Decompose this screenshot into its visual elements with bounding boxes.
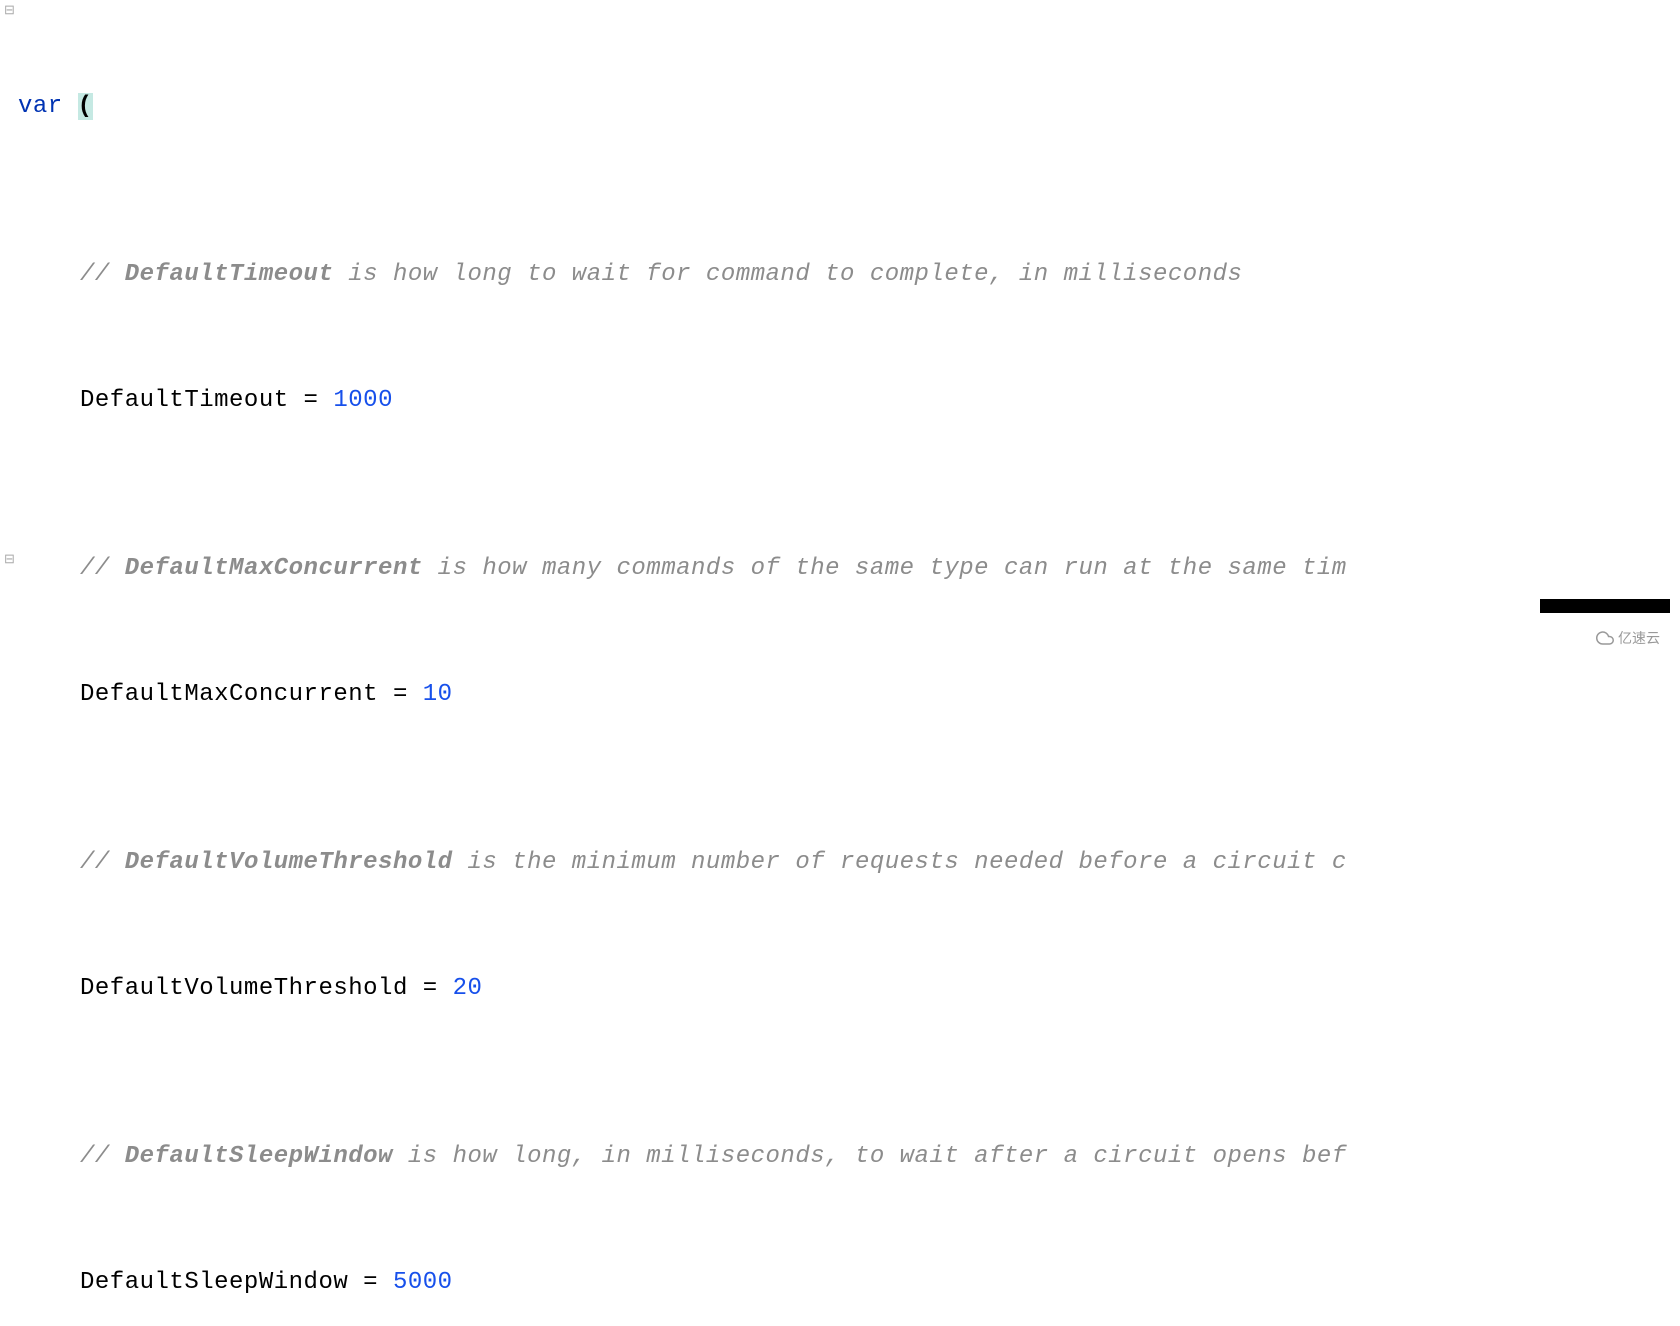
identifier: DefaultTimeout [80, 387, 289, 414]
number-literal: 5000 [393, 1269, 453, 1296]
code-line-assign: DefaultTimeout = 1000 [18, 380, 1680, 422]
number-literal: 1000 [333, 387, 393, 414]
watermark: 亿速云 [1596, 628, 1660, 648]
identifier: DefaultSleepWindow [80, 1269, 348, 1296]
keyword-var: var [18, 93, 63, 120]
code-line-assign: DefaultSleepWindow = 5000 [18, 1262, 1680, 1304]
identifier: DefaultVolumeThreshold [80, 975, 408, 1002]
code-line-comment: // DefaultSleepWindow is how long, in mi… [18, 1136, 1680, 1178]
open-paren: ( [78, 93, 93, 120]
code-line-var: var ( [18, 86, 1680, 128]
cloud-icon [1596, 629, 1614, 647]
editor-gutter: ⊟ ⊟ [0, 0, 16, 663]
watermark-text: 亿速云 [1618, 628, 1660, 648]
horizontal-scrollbar-thumb[interactable] [1540, 599, 1670, 613]
code-line-comment: // DefaultTimeout is how long to wait fo… [18, 254, 1680, 296]
number-literal: 20 [453, 975, 483, 1002]
code-line-comment: // DefaultVolumeThreshold is the minimum… [18, 842, 1680, 884]
code-editor[interactable]: var ( // DefaultTimeout is how long to w… [0, 0, 1680, 1326]
code-line-assign: DefaultVolumeThreshold = 20 [18, 968, 1680, 1010]
fold-marker-bottom[interactable]: ⊟ [4, 555, 14, 565]
fold-marker-top[interactable]: ⊟ [4, 6, 14, 16]
number-literal: 10 [423, 681, 453, 708]
identifier: DefaultMaxConcurrent [80, 681, 378, 708]
code-line-comment: // DefaultMaxConcurrent is how many comm… [18, 548, 1680, 590]
code-line-assign: DefaultMaxConcurrent = 10 [18, 674, 1680, 716]
